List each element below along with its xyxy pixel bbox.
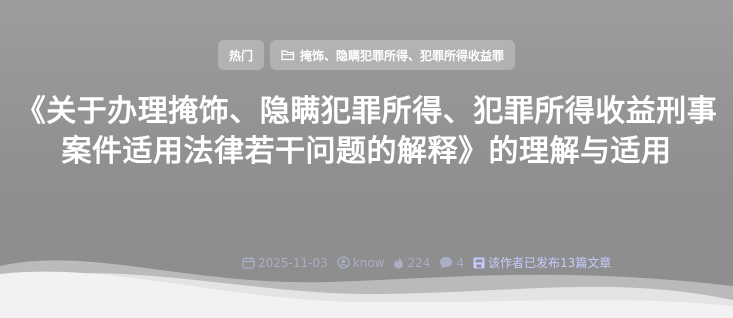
hot-tag-label: 热门 xyxy=(228,48,253,63)
folder-icon xyxy=(281,49,295,61)
category-tag[interactable]: 掩饰、隐瞒犯罪所得、犯罪所得收益罪 xyxy=(270,40,516,70)
hot-tag[interactable]: 热门 xyxy=(217,40,264,70)
article-hero: 热门 掩饰、隐瞒犯罪所得、犯罪所得收益罪 《关于办理掩饰、隐瞒犯罪所得、犯罪所得… xyxy=(0,0,733,318)
wave-divider xyxy=(0,260,733,318)
category-tag-label: 掩饰、隐瞒犯罪所得、犯罪所得收益罪 xyxy=(300,48,505,63)
article-title: 《关于办理掩饰、隐瞒犯罪所得、犯罪所得收益刑事案件适用法律若干问题的解释》的理解… xyxy=(15,94,718,169)
tag-row: 热门 掩饰、隐瞒犯罪所得、犯罪所得收益罪 xyxy=(0,40,733,70)
